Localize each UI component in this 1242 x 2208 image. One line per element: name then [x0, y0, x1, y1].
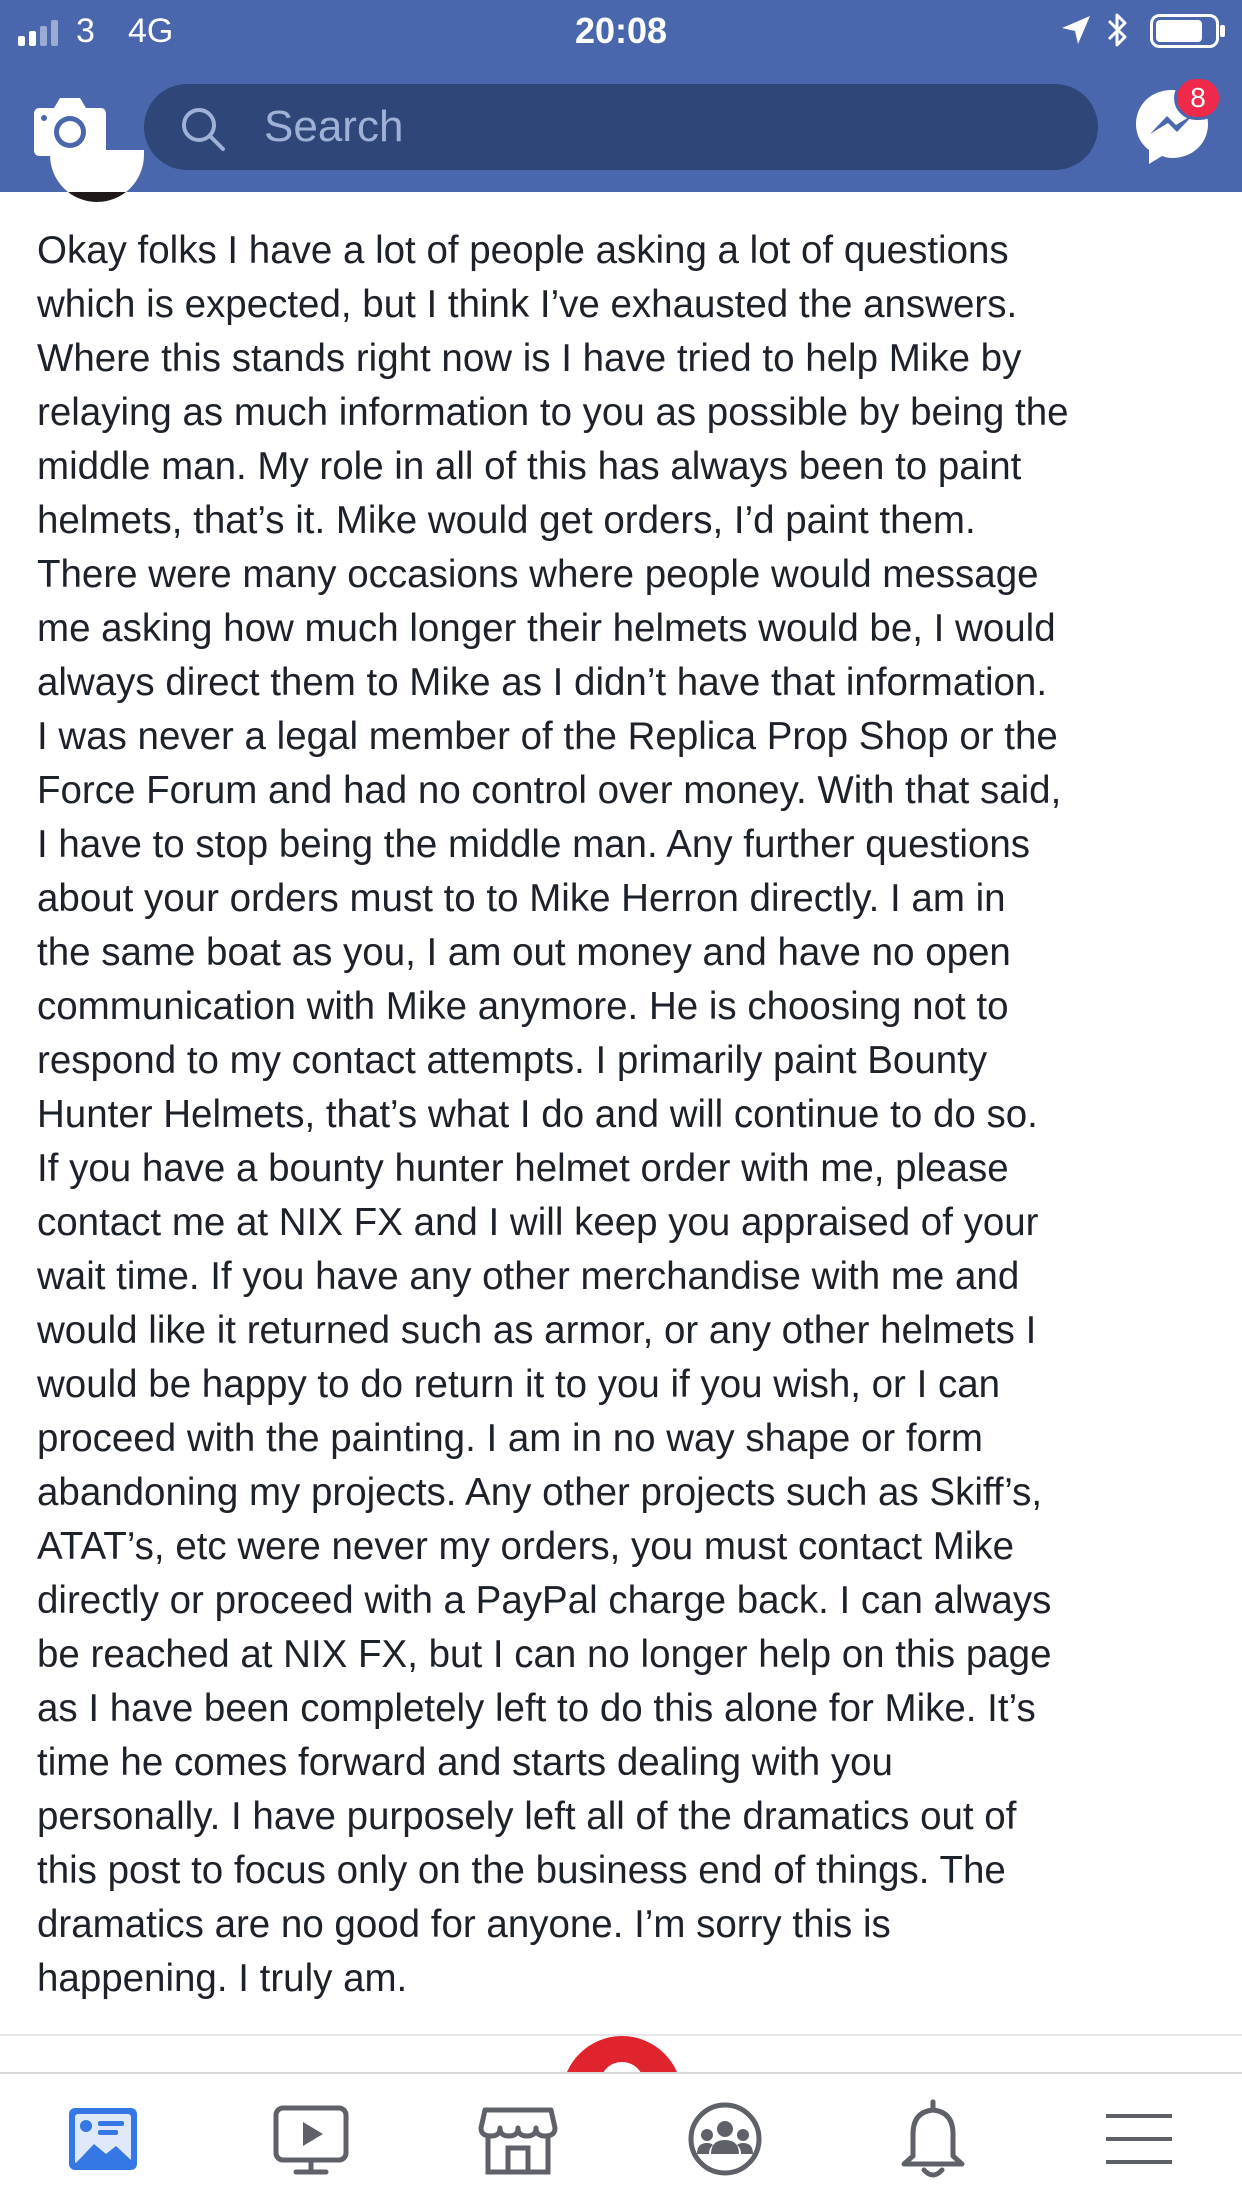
- camera-icon[interactable]: [32, 92, 108, 158]
- battery-icon: [1150, 14, 1225, 48]
- groups-icon: [688, 2102, 762, 2176]
- tab-notifications[interactable]: [890, 2096, 976, 2182]
- search-icon: [182, 108, 225, 151]
- tab-marketplace[interactable]: [475, 2096, 561, 2182]
- search-placeholder: Search: [264, 102, 404, 151]
- avatar[interactable]: [50, 150, 144, 202]
- status-time: 20:08: [574, 10, 668, 51]
- tab-watch[interactable]: [268, 2096, 354, 2182]
- bluetooth-icon: [1107, 13, 1127, 47]
- bottom-tab-bar: [0, 2072, 1242, 2208]
- watch-video-icon: [273, 2105, 349, 2175]
- news-feed-icon: [69, 2108, 137, 2170]
- notifications-bell-icon: [901, 2099, 965, 2178]
- tab-news-feed[interactable]: [60, 2096, 146, 2182]
- messenger-badge: 8: [1174, 76, 1222, 120]
- app-header: 3 4G 20:08 Search 8: [0, 0, 1242, 192]
- tab-menu[interactable]: [1096, 2096, 1182, 2182]
- status-bar: 3 4G 20:08: [0, 0, 1242, 62]
- tab-groups[interactable]: [682, 2096, 768, 2182]
- location-arrow-icon: [1062, 16, 1090, 44]
- search-input[interactable]: Search: [144, 84, 1098, 170]
- marketplace-icon: [478, 2107, 558, 2175]
- reaction-bubble[interactable]: [560, 2034, 684, 2072]
- menu-icon: [1106, 2114, 1172, 2164]
- post-body-text: Okay folks I have a lot of people asking…: [37, 229, 1069, 2000]
